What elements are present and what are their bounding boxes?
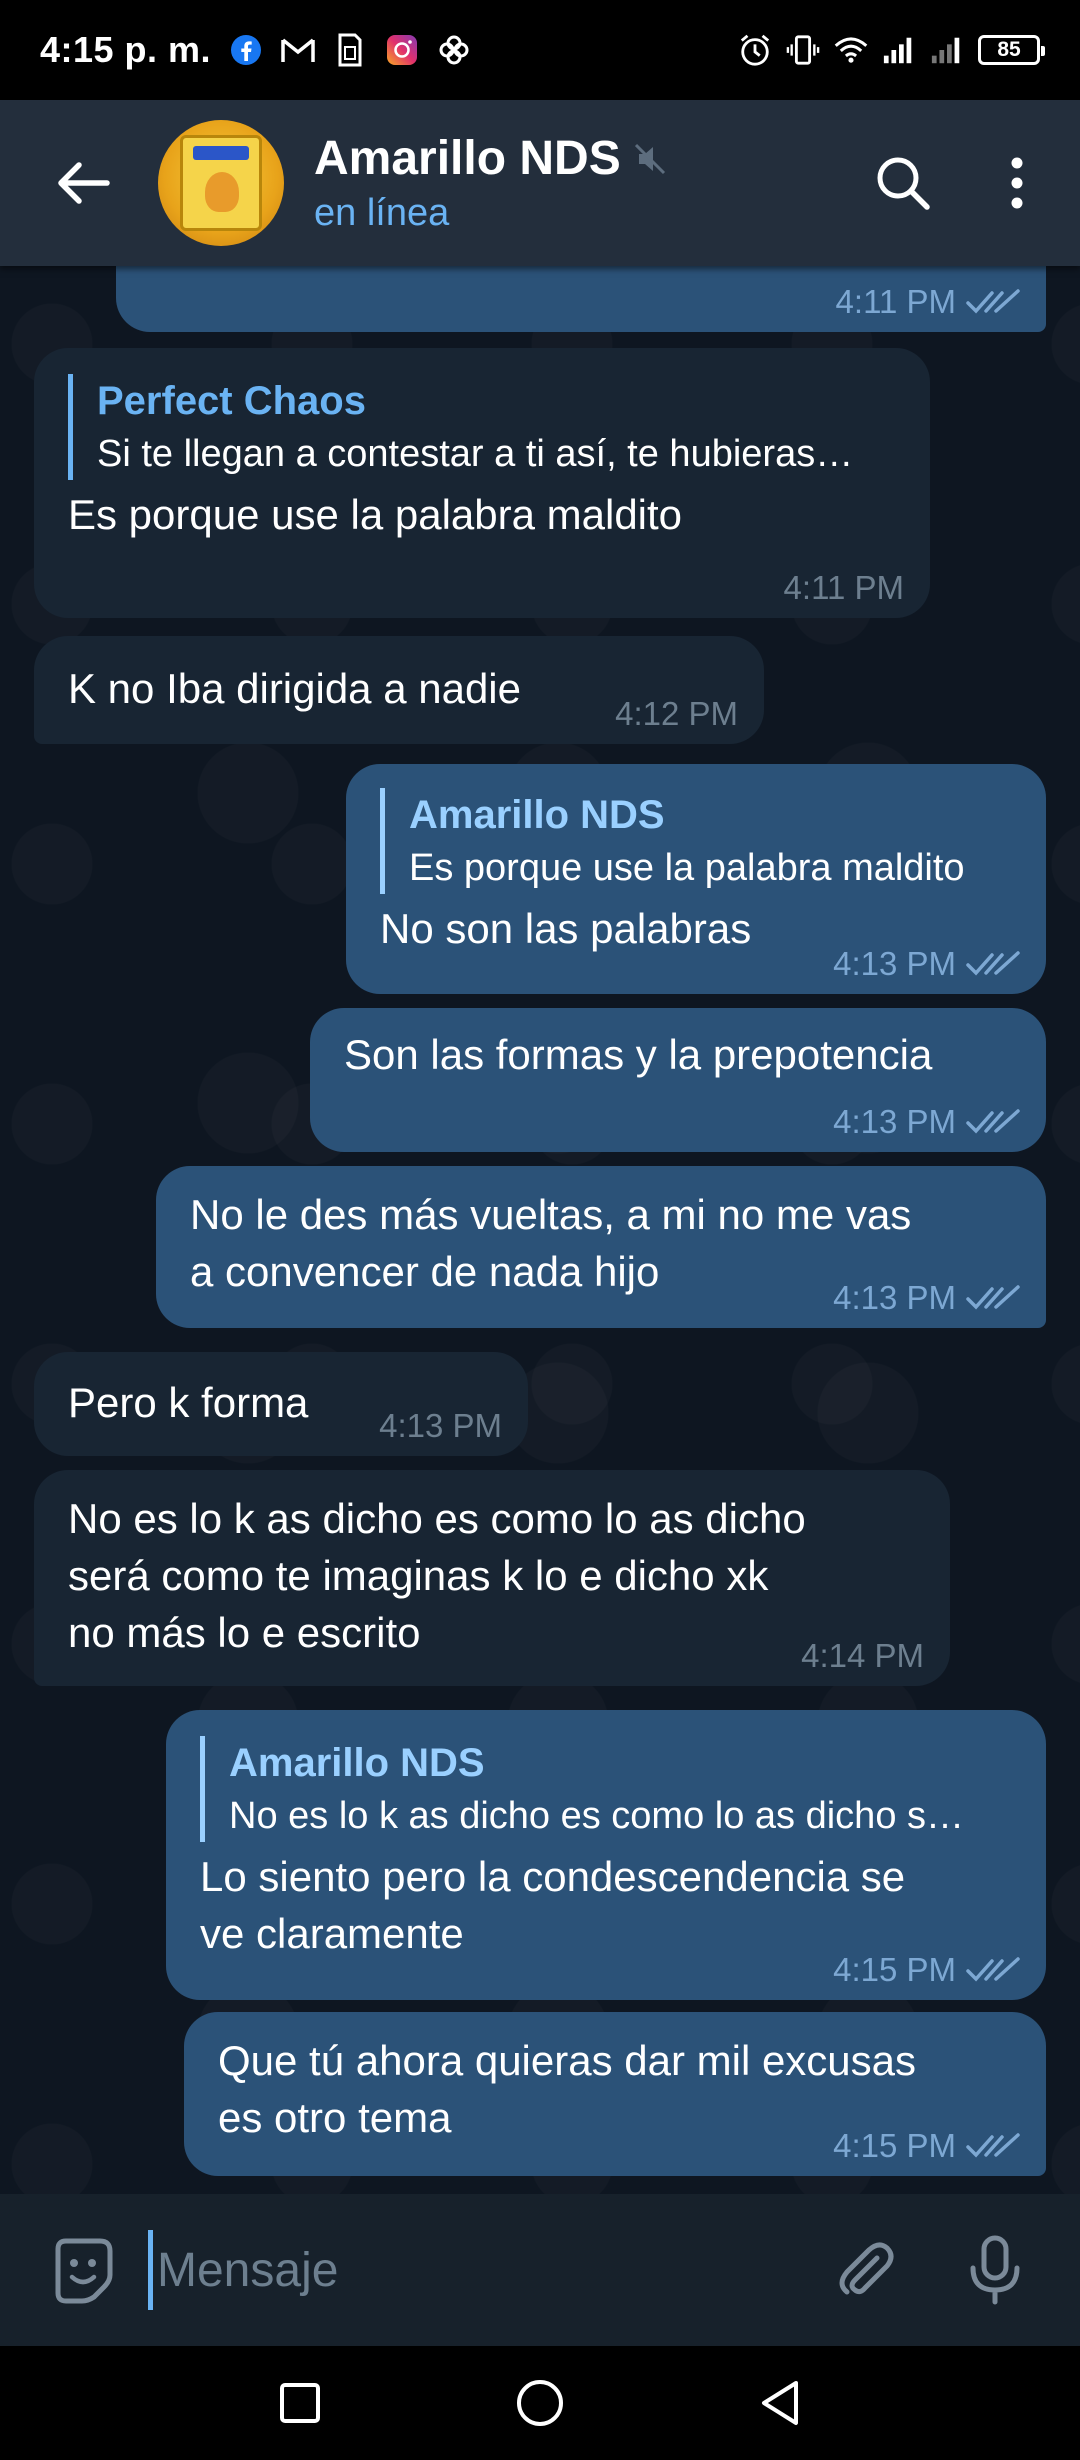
message-meta: 4:15 PM [833,2126,1020,2166]
chat-name: Amarillo NDS [314,132,621,185]
composer [0,2194,1080,2346]
emoji-button[interactable] [38,2225,128,2315]
message-time: 4:14 PM [801,1637,924,1674]
message-time: 4:11 PM [783,569,904,606]
double-check-icon [966,289,1020,314]
message-time: 4:15 PM [833,2127,956,2164]
muted-icon [634,143,665,174]
back-nav-button[interactable] [735,2358,825,2448]
message-outgoing[interactable]: no ves más allá de tu nariz 4:11 PM [116,266,1046,332]
chat-status: en línea [314,192,450,234]
double-check-icon [966,1957,1020,1982]
message-meta: 4:11 PM [784,568,904,608]
avatar[interactable] [158,120,284,246]
search-button[interactable] [858,138,948,228]
chat-header: Amarillo NDS en línea [0,100,1080,266]
double-check-icon [966,951,1020,976]
more-options-button[interactable] [972,138,1062,228]
paperclip-icon [839,2242,894,2295]
back-button[interactable] [38,138,128,228]
message-text: No es lo k as dicho es como lo as dicho … [68,1495,806,1656]
facebook-icon [229,33,263,67]
chat-name-row: Amarillo NDS [314,131,858,186]
instagram-icon [385,33,419,67]
double-check-icon [966,2133,1020,2158]
pokemon-cartridge-image [180,135,262,231]
sim-icon [333,33,367,67]
message-text: Es porque use la palabra maldito [68,491,683,538]
message-time: 4:12 PM [615,695,738,732]
battery-icon: 85 [978,35,1045,65]
chat-title-block[interactable]: Amarillo NDS en línea [314,131,858,235]
sticker-smiley-icon [55,2238,113,2304]
message-time: 4:13 PM [379,1407,502,1444]
reply-sender: Amarillo NDS [409,793,665,837]
triangle-back-icon [762,2381,798,2425]
message-meta: 4:13 PM [833,1102,1020,1142]
microphone-icon [970,2235,1020,2305]
search-icon [877,157,930,210]
reply-quote[interactable]: Amarillo NDS Es porque use la palabra ma… [380,788,1012,894]
message-meta: 4:13 PM [379,1406,502,1446]
vibrate-icon [786,33,820,67]
wifi-icon [834,33,868,67]
message-meta: 4:12 PM [615,694,738,734]
message-incoming[interactable]: No es lo k as dicho es como lo as dicho … [34,1470,950,1686]
message-outgoing[interactable]: Amarillo NDS Es porque use la palabra ma… [346,764,1046,994]
message-text: Lo siento pero la condescendencia se ve … [200,1853,906,1957]
home-button[interactable] [495,2358,585,2448]
message-meta: 4:13 PM [833,1278,1020,1318]
message-time: 4:13 PM [833,1103,956,1140]
message-time: 4:11 PM [835,283,956,320]
message-time: 4:15 PM [833,1951,956,1988]
back-arrow-icon [58,162,110,204]
reply-text: No es lo k as dicho es como lo as dicho … [229,1795,965,1837]
signal-icon [930,33,964,67]
message-incoming[interactable]: Perfect Chaos Si te llegan a contestar a… [34,348,930,618]
more-vertical-icon [1011,157,1023,209]
circle-icon [517,2380,563,2426]
double-check-icon [966,1285,1020,1310]
status-time: 4:15 p. m. [40,29,212,70]
message-meta: 4:14 PM [801,1636,924,1676]
alarm-icon [738,33,772,67]
recents-button[interactable] [255,2358,345,2448]
reply-sender: Amarillo NDS [229,1741,485,1785]
status-left: 4:15 p. m. [40,29,471,71]
message-input[interactable] [148,2230,820,2310]
pinwheel-icon [437,33,471,67]
reply-sender: Perfect Chaos [97,379,366,423]
message-time: 4:13 PM [833,1279,956,1316]
message-outgoing[interactable]: Que tú ahora quieras dar mil excusas es … [184,2012,1046,2176]
message-time: 4:13 PM [833,945,956,982]
reply-text: Es porque use la palabra maldito [409,847,965,889]
system-nav-bar [0,2346,1080,2460]
square-icon [280,2383,320,2423]
message-outgoing[interactable]: Amarillo NDS No es lo k as dicho es como… [166,1710,1046,2000]
gmail-icon [281,33,315,67]
message-text: no ves más allá de tu nariz [150,266,826,277]
reply-quote[interactable]: Amarillo NDS No es lo k as dicho es como… [200,1736,1012,1842]
screen: 4:15 p. m. 85 Amarillo NDS en línea 4:11… [0,0,1080,2460]
status-right: 85 [738,33,1045,67]
reply-text: Si te llegan a contestar a ti así, te hu… [97,433,854,475]
double-check-icon [966,1109,1020,1134]
message-meta: 4:13 PM [833,944,1020,984]
status-bar: 4:15 p. m. 85 [0,0,1080,100]
microphone-button[interactable] [950,2225,1040,2315]
message-text: Son las formas y la prepotencia [344,1031,933,1078]
message-list[interactable]: no ves más allá de tu nariz 4:11 PM Perf… [0,266,1080,2194]
message-incoming[interactable]: Pero k forma 4:13 PM [34,1352,528,1456]
message-meta: 4:15 PM [833,1950,1020,1990]
message-incoming[interactable]: K no Iba dirigida a nadie 4:12 PM [34,636,764,744]
reply-quote[interactable]: Perfect Chaos Si te llegan a contestar a… [68,374,896,480]
signal-icon [882,33,916,67]
attach-button[interactable] [820,2225,910,2315]
message-outgoing[interactable]: No le des más vueltas, a mi no me vas a … [156,1166,1046,1328]
message-outgoing[interactable]: Son las formas y la prepotencia 4:13 PM [310,1008,1046,1152]
message-meta: 4:11 PM [836,282,1020,322]
